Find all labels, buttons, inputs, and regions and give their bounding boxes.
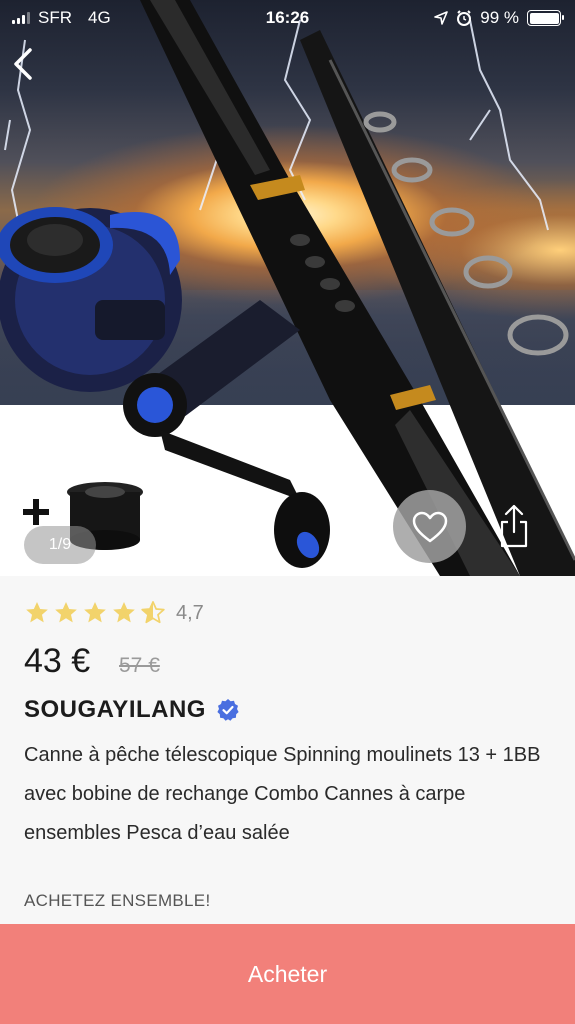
product-rating: 4,7 [24,600,204,626]
image-counter-text: 1/9 [48,536,72,553]
verified-badge-icon [217,699,239,721]
back-button[interactable] [10,44,40,84]
share-icon [500,504,528,548]
star-icon [84,601,106,623]
current-price: 43 € [24,642,91,680]
battery-icon [527,10,564,26]
heart-icon [412,511,447,542]
status-bar: SFR 4G 16:26 99 % [0,0,575,34]
location-arrow-icon [434,11,449,25]
rating-stars [24,600,166,626]
image-counter: 1/9 [24,526,96,564]
buy-button[interactable]: Acheter [0,924,575,1024]
star-icon [113,601,135,623]
brand-row[interactable]: SOUGAYILANG [24,696,240,724]
chevron-left-icon [14,48,32,80]
favorite-button[interactable] [393,490,466,563]
half-star-icon [141,601,165,624]
buy-together-heading: ACHETEZ ENSEMBLE! [24,891,211,910]
battery-percentage: 99 % [480,8,519,27]
brand-name[interactable]: SOUGAYILANG [24,696,206,724]
star-icon [55,601,77,623]
product-info: 4,7 43 € 57 € SOUGAYILANG Canne à pêche … [0,576,575,924]
product-photo [0,0,575,576]
product-image-gallery[interactable]: SFR 4G 16:26 99 % 1/9 [0,0,575,576]
rating-value: 4,7 [176,601,204,624]
product-title: Canne à pêche télescopique Spinning moul… [24,744,541,844]
original-price: 57 € [119,654,160,677]
share-button[interactable] [496,502,532,550]
star-icon [26,601,48,623]
alarm-icon [457,10,472,26]
